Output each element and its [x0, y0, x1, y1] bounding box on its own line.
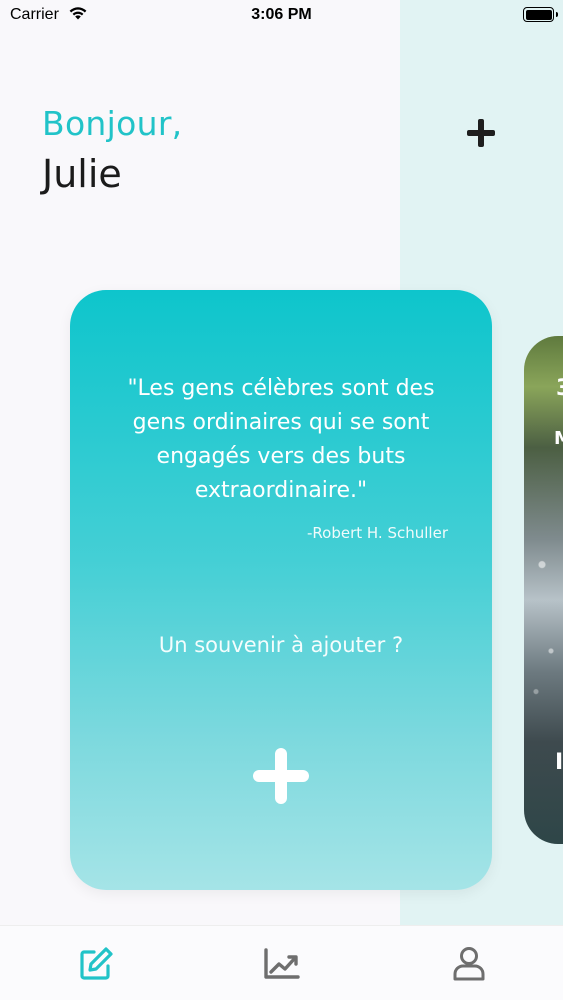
- status-time: 3:06 PM: [251, 6, 312, 23]
- chart-icon: [264, 948, 300, 979]
- battery-icon: [523, 7, 558, 22]
- photo-overlay-glyph: M: [554, 428, 563, 449]
- tab-stats[interactable]: [262, 944, 302, 984]
- tab-journal[interactable]: [76, 944, 116, 984]
- add-memory-button[interactable]: [253, 748, 309, 804]
- add-memory-prompt: Un souvenir à ajouter ?: [158, 633, 404, 657]
- status-bar: Carrier 3:06 PM: [0, 0, 563, 30]
- user-name: Julie: [42, 152, 122, 196]
- photo-overlay-glyph: I: [555, 750, 563, 775]
- quote-text: "Les gens célèbres sont des gens ordinai…: [127, 376, 435, 503]
- greeting-text: Bonjour,: [42, 104, 183, 143]
- memory-photo-card[interactable]: 3 M I: [524, 336, 563, 844]
- add-button[interactable]: [466, 118, 496, 148]
- plus-icon: [253, 748, 309, 804]
- tab-profile[interactable]: [449, 944, 489, 984]
- edit-icon: [80, 947, 113, 980]
- photo-overlay-glyph: 3: [556, 376, 563, 401]
- quote-card[interactable]: "Les gens célèbres sont des gens ordinai…: [70, 290, 492, 890]
- plus-icon: [467, 119, 495, 147]
- quote-author: -Robert H. Schuller: [307, 524, 448, 542]
- tab-bar: [0, 925, 563, 1000]
- user-icon: [453, 947, 485, 981]
